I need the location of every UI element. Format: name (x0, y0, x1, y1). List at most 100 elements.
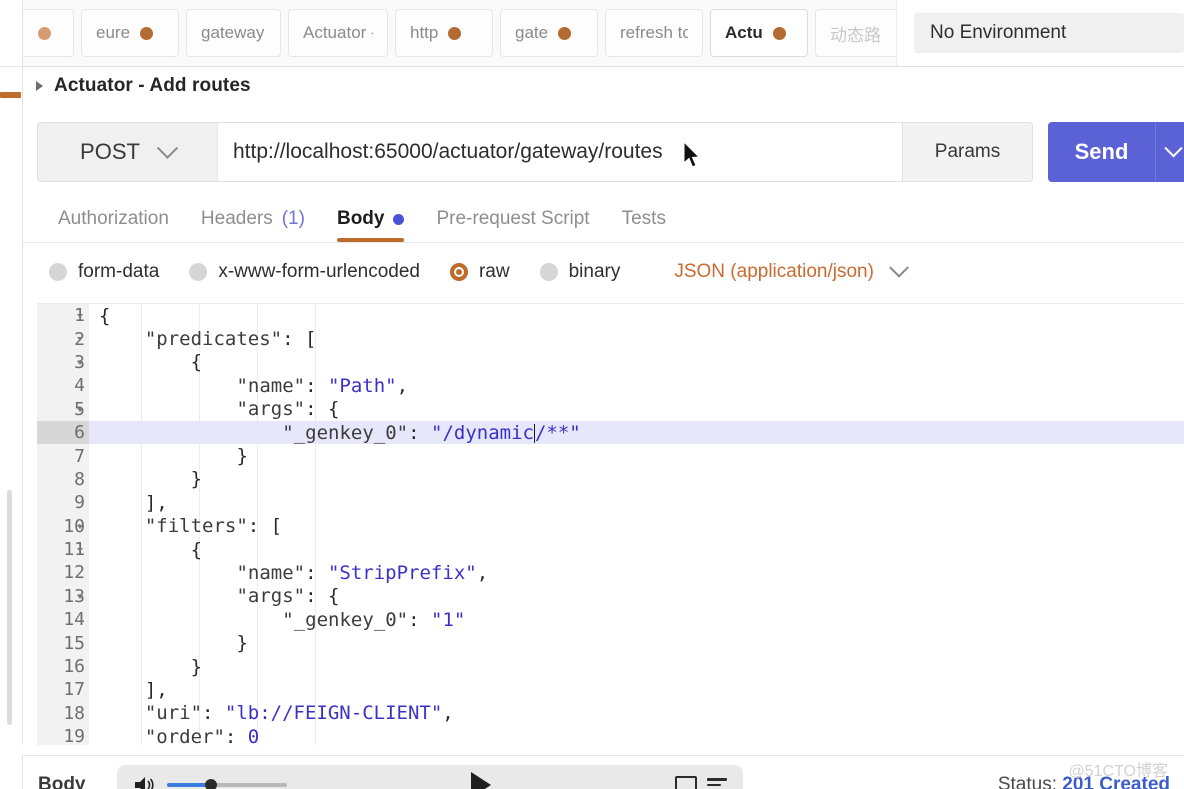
unsaved-changes-dot-icon (140, 26, 154, 40)
tab-eureka[interactable]: eure (81, 9, 179, 57)
tab-tests[interactable]: Tests (606, 196, 682, 242)
watermark: @51CTO博客 (1068, 763, 1168, 780)
unsaved-changes-dot-icon (558, 26, 572, 40)
radio-icon[interactable] (49, 263, 67, 281)
code-line[interactable]: 1{ (37, 304, 1184, 327)
tab-label: Headers (200, 208, 273, 229)
tab-authorization[interactable]: Authorization (42, 196, 185, 242)
code-line[interactable]: 4 "name": "Path", (37, 374, 1184, 397)
unsaved-changes-dot-icon (38, 26, 51, 40)
playback-settings-icon[interactable] (707, 778, 727, 789)
tab-gate[interactable]: gate (500, 9, 598, 57)
volume-slider[interactable] (167, 779, 287, 789)
code-text: { (190, 538, 203, 561)
line-number: 12 (63, 562, 85, 584)
picture-in-picture-icon[interactable] (675, 775, 697, 789)
radio-icon[interactable] (189, 263, 208, 281)
params-button[interactable]: Params (903, 122, 1033, 182)
code-line[interactable]: 17 ], (37, 678, 1184, 701)
code-line[interactable]: 8 } (37, 468, 1184, 491)
environment-label: No Environment (930, 22, 1067, 43)
code-text: } (236, 632, 248, 655)
play-button-icon[interactable] (471, 772, 491, 789)
code-line[interactable]: 12 "name": "StripPrefix", (37, 561, 1184, 584)
rail-divider (0, 66, 22, 67)
code-text: "name": "Path", (236, 374, 409, 397)
code-text: ], (144, 678, 168, 701)
line-number: 9 (74, 492, 85, 514)
url-input[interactable]: http://localhost:65000/actuator/gateway/… (217, 122, 903, 182)
tab-label: Body (336, 208, 385, 229)
code-line[interactable]: 5 "args": { (37, 398, 1184, 421)
http-method-selector[interactable]: POST (37, 122, 217, 182)
body-code-editor[interactable]: 1{2 "predicates": [3 {4 "name": "Path", 5… (37, 303, 1184, 751)
content-type-selector[interactable]: JSON (application/json) (674, 257, 909, 283)
body-type-x-www-form-urlencoded[interactable]: x-www-form-urlencoded (189, 261, 420, 283)
request-section-tabs: Authorization Headers (1) Body Pre-request S… (22, 196, 1184, 243)
fold-arrow-icon[interactable] (77, 407, 83, 412)
radio-icon[interactable] (539, 263, 558, 281)
fold-arrow-icon[interactable] (77, 594, 83, 599)
body-type-label: binary (568, 261, 621, 282)
tab-actuator[interactable]: Actuator - (288, 9, 388, 57)
code-line[interactable]: 16 } (37, 655, 1184, 678)
code-text: } (236, 445, 248, 468)
tab-http[interactable]: http (395, 9, 493, 57)
tab-pre-request-script[interactable]: Pre-request Script (420, 196, 605, 242)
tab-label: 动态路 (830, 25, 881, 45)
fold-arrow-icon[interactable] (77, 360, 83, 365)
rail-active-marker (0, 92, 21, 98)
fold-arrow-icon[interactable] (77, 337, 83, 342)
tab-label: http (410, 23, 439, 42)
tab-label: eure (96, 23, 131, 42)
tab-actuator-active[interactable]: Actu (710, 9, 808, 57)
tab-label: gateway s (201, 23, 266, 42)
unsaved-changes-dot-icon (772, 26, 786, 40)
body-type-form-data[interactable]: form-data (49, 261, 159, 283)
body-type-binary[interactable]: binary (539, 261, 621, 283)
radio-icon[interactable] (449, 263, 468, 281)
tab-label: refresh to (620, 23, 688, 42)
code-text: "uri": "lb://FEIGN-CLIENT", (144, 702, 454, 725)
body-type-options: form-data x-www-form-urlencoded raw binary (49, 261, 650, 283)
code-line[interactable]: 2 "predicates": [ (37, 327, 1184, 350)
chevron-down-icon (1164, 138, 1183, 157)
code-line[interactable]: 11 { (37, 538, 1184, 561)
code-line[interactable]: 10 "filters": [ (37, 515, 1184, 538)
send-button[interactable]: Send (1048, 122, 1155, 182)
volume-icon[interactable] (133, 775, 157, 789)
tab-headers[interactable]: Headers (1) (185, 196, 321, 242)
code-text: { (99, 304, 111, 327)
fold-arrow-icon[interactable] (77, 547, 83, 552)
editor-bottom-fade (22, 745, 1184, 755)
tab-refresh-to[interactable]: refresh to (605, 9, 703, 57)
tab-clipped[interactable] (22, 9, 74, 57)
send-label: Send (1074, 139, 1129, 164)
body-type-raw[interactable]: raw (449, 261, 510, 283)
environment-area: No Environment (896, 0, 1184, 66)
environment-selector[interactable]: No Environment (914, 13, 1184, 53)
code-line[interactable]: 14 "_genkey_0": "1" (37, 608, 1184, 631)
tab-body[interactable]: Body (321, 196, 421, 242)
code-line[interactable]: 15 } (37, 631, 1184, 654)
send-options-button[interactable] (1155, 122, 1184, 182)
video-player-controls[interactable] (117, 765, 743, 789)
line-number: 8 (74, 468, 85, 490)
postman-window: eure gateway s Actuator - http gate refresh t… (0, 0, 1184, 789)
status-prefix: Status: (997, 774, 1057, 789)
code-line[interactable]: 7 } (37, 444, 1184, 467)
tab-gateway-s[interactable]: gateway s (186, 9, 281, 57)
volume-knob[interactable] (205, 779, 217, 789)
code-line[interactable]: 9 ], (37, 491, 1184, 514)
unsaved-changes-dot-icon (448, 26, 462, 40)
sidebar-scrollbar[interactable] (7, 490, 12, 725)
fold-arrow-icon[interactable] (77, 314, 83, 318)
code-line[interactable]: 3 { (37, 351, 1184, 374)
breadcrumb[interactable]: Actuator - Add routes (36, 75, 251, 97)
code-line[interactable]: 6 "_genkey_0": "/dynamic/**" (37, 420, 1184, 445)
tab-dynamic-route[interactable]: 动态路 (815, 9, 905, 57)
code-line[interactable]: 18 "uri": "lb://FEIGN-CLIENT", (37, 702, 1184, 725)
code-line[interactable]: 13 "args": { (37, 585, 1184, 608)
fold-arrow-icon[interactable] (77, 524, 83, 529)
code-text: "args": { (236, 585, 340, 608)
